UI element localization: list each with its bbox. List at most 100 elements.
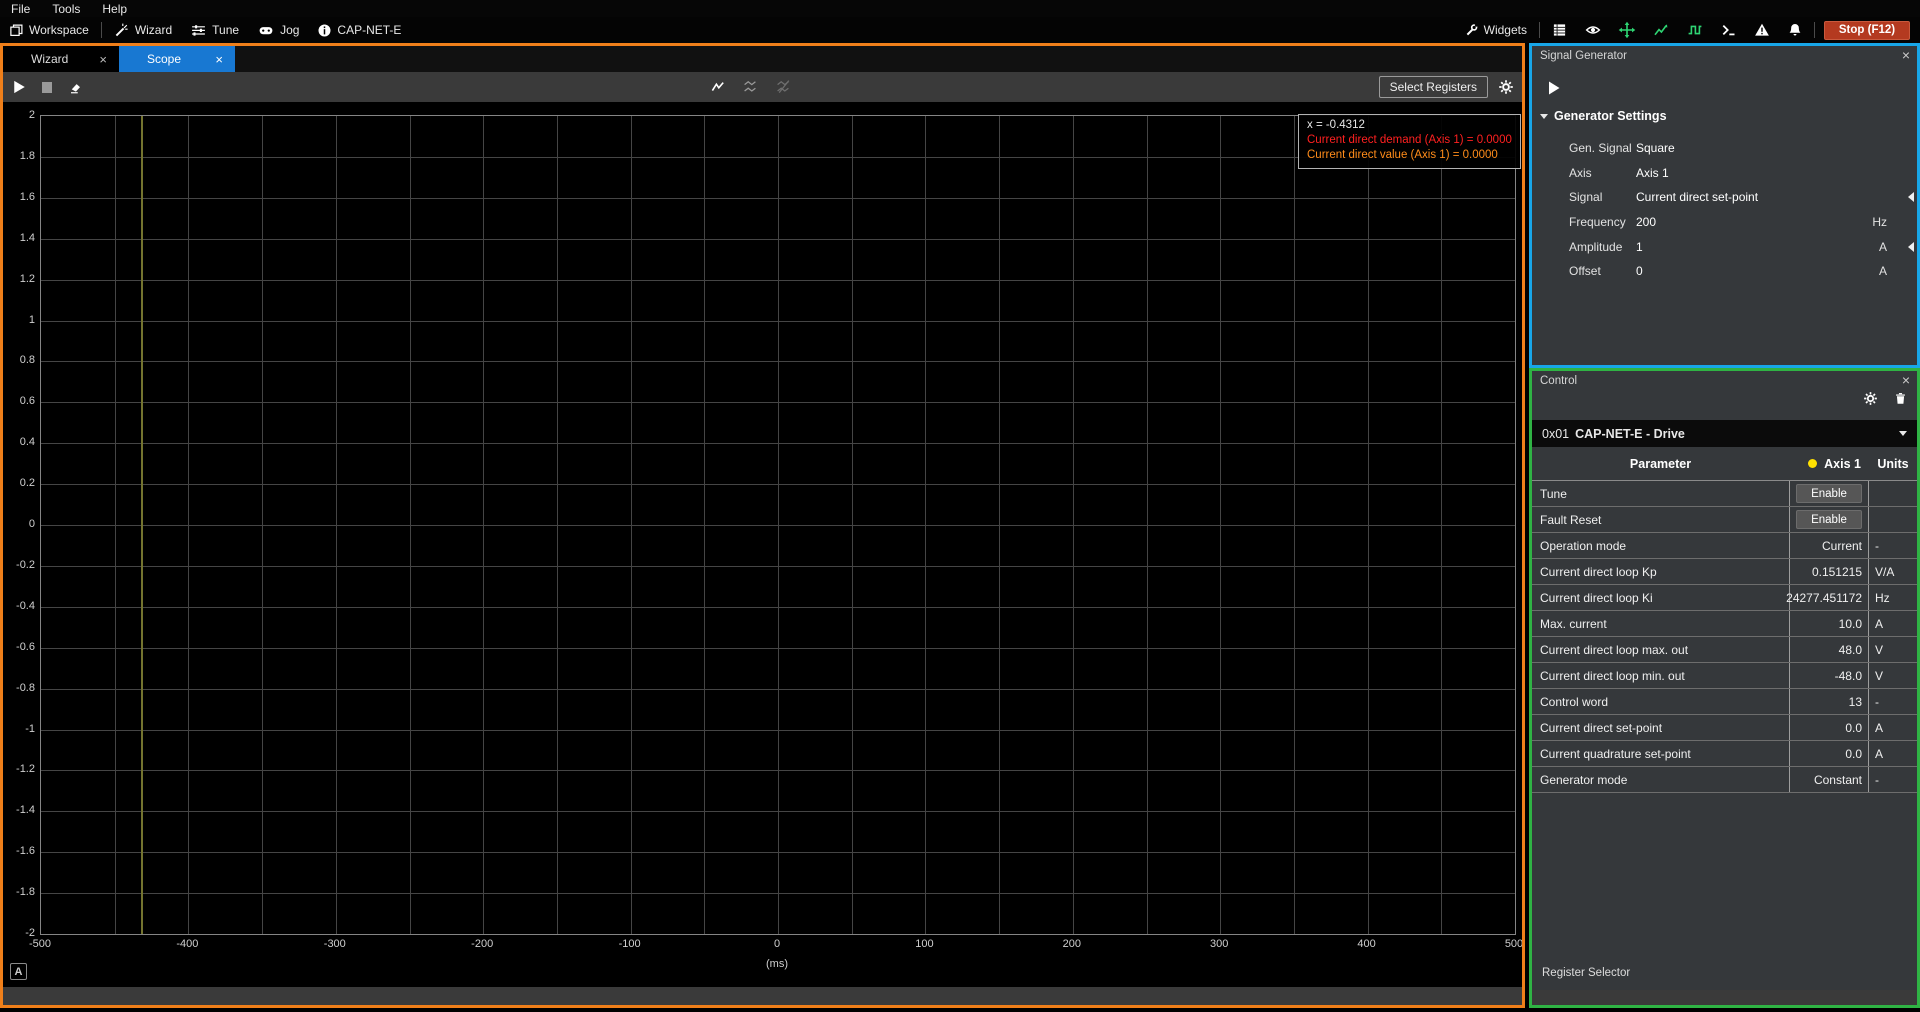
show-signals-icon[interactable] xyxy=(709,79,727,95)
parameter-row: Control word 13- xyxy=(1532,689,1917,715)
grid-line-horizontal xyxy=(41,443,1515,445)
menu-help[interactable]: Help xyxy=(91,2,138,16)
field-value[interactable]: Square xyxy=(1636,141,1675,155)
x-axis-tick-label: 200 xyxy=(1062,938,1081,950)
parameter-value-cell[interactable]: 48.0 xyxy=(1789,637,1869,662)
parameter-value-cell[interactable]: 10.0 xyxy=(1789,611,1869,636)
scope-stop-icon[interactable] xyxy=(41,81,53,94)
parameter-name: Control word xyxy=(1540,694,1609,709)
clear-eraser-icon[interactable] xyxy=(68,80,83,95)
header-parameter: Parameter xyxy=(1629,456,1692,471)
field-value[interactable]: 0 xyxy=(1636,264,1643,278)
scope-plot[interactable] xyxy=(40,115,1516,935)
parameter-row: Current quadrature set-point 0.0 A xyxy=(1532,741,1917,767)
time-cursor-line[interactable] xyxy=(141,116,144,934)
parameter-units: V/A xyxy=(1875,564,1895,579)
parameter-value-cell[interactable]: -48.0 xyxy=(1789,663,1869,688)
y-axis-tick-label: -0.6 xyxy=(16,640,35,653)
scope-play-icon[interactable] xyxy=(13,80,26,94)
stop-button[interactable]: Stop (F12) xyxy=(1824,20,1910,40)
parameter-units: A xyxy=(1875,616,1884,631)
parameter-name: Current direct loop max. out xyxy=(1540,642,1689,657)
field-label: Signal xyxy=(1569,190,1603,205)
device-label: CAP-NET-E xyxy=(337,23,402,37)
cursor-tooltip: x = -0.4312 Current direct demand (Axis … xyxy=(1298,114,1521,169)
parameter-value-cell[interactable]: 24277.451172 xyxy=(1786,585,1869,610)
close-icon[interactable]: × xyxy=(1902,47,1910,63)
parameter-row: Max. current 10.0 A xyxy=(1532,611,1917,637)
field-value[interactable]: 1 xyxy=(1636,240,1643,254)
field-unit: A xyxy=(1878,264,1887,279)
scope-settings-gear-icon[interactable] xyxy=(1498,79,1514,95)
generator-field-row: Amplitude 1 A xyxy=(1532,234,1917,259)
parameter-value-cell[interactable]: 0.151215 xyxy=(1789,559,1869,584)
control-settings-gear-icon[interactable] xyxy=(1863,391,1878,406)
generator-play-icon[interactable] xyxy=(1548,81,1560,95)
split-signals-icon[interactable] xyxy=(742,79,760,95)
tooltip-x-value: x = -0.4312 xyxy=(1307,119,1365,131)
fault-reset-enable-button[interactable]: Enable xyxy=(1796,510,1862,529)
y-axis-tick-label: -0.8 xyxy=(16,681,35,694)
wizard-wand-icon xyxy=(114,22,130,38)
generator-settings-header[interactable]: Generator Settings xyxy=(1540,109,1667,123)
menu-tools[interactable]: Tools xyxy=(41,2,91,16)
merge-signals-icon[interactable] xyxy=(775,79,793,95)
close-icon[interactable]: × xyxy=(215,52,223,67)
generator-settings-fields: Gen. Signal Square Axis Axis 1 Signal Current… xyxy=(1532,136,1917,284)
notifications-bell-icon[interactable] xyxy=(1779,17,1811,43)
x-axis-tick-label: 100 xyxy=(915,938,934,950)
select-registers-button[interactable]: Select Registers xyxy=(1378,76,1488,98)
spinner-arrow-icon[interactable] xyxy=(1908,192,1914,203)
jog-gamepad-icon xyxy=(257,23,275,38)
parameter-units: V xyxy=(1875,642,1884,657)
console-icon[interactable] xyxy=(1712,17,1745,43)
delete-trash-icon[interactable] xyxy=(1894,391,1907,406)
close-icon[interactable]: × xyxy=(99,52,107,67)
parameter-value-cell[interactable]: 0.0 xyxy=(1789,741,1869,766)
close-icon[interactable]: × xyxy=(1902,372,1910,388)
parameter-value-cell[interactable]: 13 xyxy=(1789,689,1869,714)
workspace-button[interactable]: Workspace xyxy=(0,17,98,43)
tune-button[interactable]: Tune xyxy=(181,17,248,43)
parameter-name: Current direct loop Ki xyxy=(1540,590,1653,605)
parameter-row: Current direct loop max. out 48.0 V xyxy=(1532,637,1917,663)
y-axis-tick-label: 1 xyxy=(28,313,35,326)
scope-chart-icon[interactable] xyxy=(1644,17,1678,43)
field-value[interactable]: 200 xyxy=(1636,215,1656,229)
parameter-value-cell[interactable]: Constant xyxy=(1789,767,1869,792)
registers-table-icon[interactable] xyxy=(1543,17,1576,43)
y-axis-tick-label: -1 xyxy=(25,722,35,735)
grid-line-horizontal xyxy=(41,361,1515,363)
x-axis-tick-label: -400 xyxy=(176,938,199,950)
scope-chart-area: (ms) A x = -0.4312 Current direct demand… xyxy=(3,102,1522,987)
autoscale-button[interactable]: A xyxy=(10,963,27,980)
device-selector[interactable]: 0x01 CAP-NET-E - Drive xyxy=(1532,420,1917,447)
parameter-value-cell[interactable]: 0.0 xyxy=(1789,715,1869,740)
widgets-button[interactable]: Widgets xyxy=(1455,17,1536,43)
spinner-arrow-icon[interactable] xyxy=(1908,241,1914,252)
watch-eye-icon[interactable] xyxy=(1576,17,1610,43)
wizard-button[interactable]: Wizard xyxy=(105,17,181,43)
device-capnete-button[interactable]: CAP-NET-E xyxy=(308,17,410,43)
header-units: Units xyxy=(1877,456,1909,471)
tab-scope[interactable]: Scope × xyxy=(119,46,235,72)
menu-file[interactable]: File xyxy=(0,2,41,16)
x-axis-tick-label: 400 xyxy=(1357,938,1376,950)
parameter-units: A xyxy=(1875,746,1884,761)
register-selector-link[interactable]: Register Selector xyxy=(1542,967,1630,979)
jog-button[interactable]: Jog xyxy=(248,17,308,43)
tune-enable-button[interactable]: Enable xyxy=(1796,484,1862,503)
motion-move-icon[interactable] xyxy=(1610,17,1644,43)
signal-generator-wave-icon[interactable] xyxy=(1678,17,1712,43)
parameter-value-cell[interactable]: Current xyxy=(1789,533,1869,558)
field-value[interactable]: Axis 1 xyxy=(1636,166,1669,180)
parameter-units: - xyxy=(1875,538,1879,553)
menu-bar: File Tools Help xyxy=(0,0,1920,17)
field-value[interactable]: Current direct set-point xyxy=(1636,190,1758,204)
parameter-name: Operation mode xyxy=(1540,538,1627,553)
faults-warning-icon[interactable] xyxy=(1745,17,1779,43)
tab-wizard[interactable]: Wizard × xyxy=(3,46,119,72)
field-unit: A xyxy=(1878,239,1887,254)
header-axis: Axis 1 xyxy=(1824,456,1861,471)
generator-field-row: Gen. Signal Square xyxy=(1532,136,1917,161)
